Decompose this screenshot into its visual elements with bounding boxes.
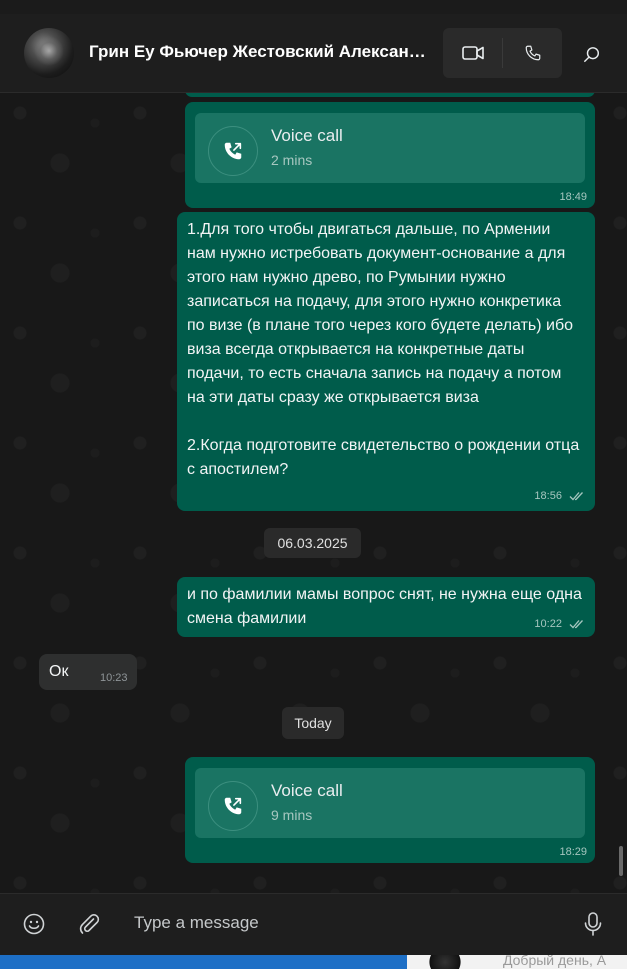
search-icon <box>584 47 600 63</box>
message-time: 18:49 <box>559 191 587 203</box>
message-composer: Type a message <box>0 893 627 956</box>
message-time-text: 18:56 <box>534 490 562 502</box>
paperclip-icon[interactable] <box>77 912 101 936</box>
video-call-button[interactable] <box>443 28 502 78</box>
voice-call-title: Voice call <box>271 781 343 800</box>
date-separator: Today <box>282 707 344 739</box>
avatar[interactable] <box>24 28 74 78</box>
date-label: Today <box>294 715 332 731</box>
message-time: 10:23 <box>100 672 128 684</box>
call-buttons-group <box>443 28 562 78</box>
double-check-icon <box>569 620 583 629</box>
voice-call-duration: 9 mins <box>271 807 313 823</box>
message-text: Ок <box>49 663 69 680</box>
chat-header: Грин Еу Фьючер Жестовский Александ... <box>0 14 627 93</box>
notification-text: Добрый день, А <box>503 955 607 968</box>
phone-icon <box>525 45 540 61</box>
message-time: 10:22 <box>534 618 585 630</box>
text-message[interactable]: и по фамилии мамы вопрос снят, не нужна … <box>177 577 595 637</box>
message-time: 18:56 <box>534 490 585 502</box>
message-text: 1.Для того чтобы двигаться дальше, по Ар… <box>187 218 583 482</box>
contact-name[interactable]: Грин Еу Фьючер Жестовский Александ... <box>89 42 429 62</box>
notification-avatar <box>423 955 467 969</box>
chat-area[interactable]: Voice call 2 mins 18:49 1.Для того чтобы… <box>0 93 627 893</box>
voice-call-card[interactable]: Voice call 2 mins <box>195 113 585 183</box>
message-paragraph: 2.Когда подготовите свидетельство о рожд… <box>187 437 580 478</box>
window-top-strip <box>0 0 627 15</box>
message-paragraph: 1.Для того чтобы двигаться дальше, по Ар… <box>187 221 574 406</box>
message-time: 18:29 <box>559 846 587 858</box>
voice-call-message[interactable]: Voice call 2 mins 18:49 <box>185 102 595 208</box>
outgoing-call-icon <box>224 797 242 815</box>
message-input[interactable]: Type a message <box>134 913 259 933</box>
double-check-icon <box>569 492 583 501</box>
video-camera-icon <box>461 46 484 60</box>
message-bubble-partial <box>185 93 595 97</box>
voice-call-card[interactable]: Voice call 9 mins <box>195 768 585 838</box>
voice-call-duration: 2 mins <box>271 152 313 168</box>
microphone-icon[interactable] <box>581 911 605 937</box>
notification-preview[interactable]: Добрый день, А <box>407 955 627 969</box>
date-label: 06.03.2025 <box>277 535 348 551</box>
outgoing-call-icon <box>224 142 242 160</box>
voice-call-title: Voice call <box>271 126 343 145</box>
message-time-text: 10:22 <box>534 618 562 630</box>
voice-call-message[interactable]: Voice call 9 mins 18:29 <box>185 757 595 863</box>
message-text: и по фамилии мамы вопрос снят, не нужна … <box>187 586 582 627</box>
voice-call-icon-wrap <box>208 781 258 831</box>
incoming-text-message[interactable]: Ок 10:23 <box>39 654 137 690</box>
scrollbar[interactable] <box>619 846 623 876</box>
voice-call-button[interactable] <box>503 28 562 78</box>
emoji-icon[interactable] <box>22 912 46 936</box>
voice-call-icon-wrap <box>208 126 258 176</box>
text-message[interactable]: 1.Для того чтобы двигаться дальше, по Ар… <box>177 212 595 511</box>
search-button[interactable] <box>578 41 606 69</box>
date-separator: 06.03.2025 <box>264 528 361 558</box>
